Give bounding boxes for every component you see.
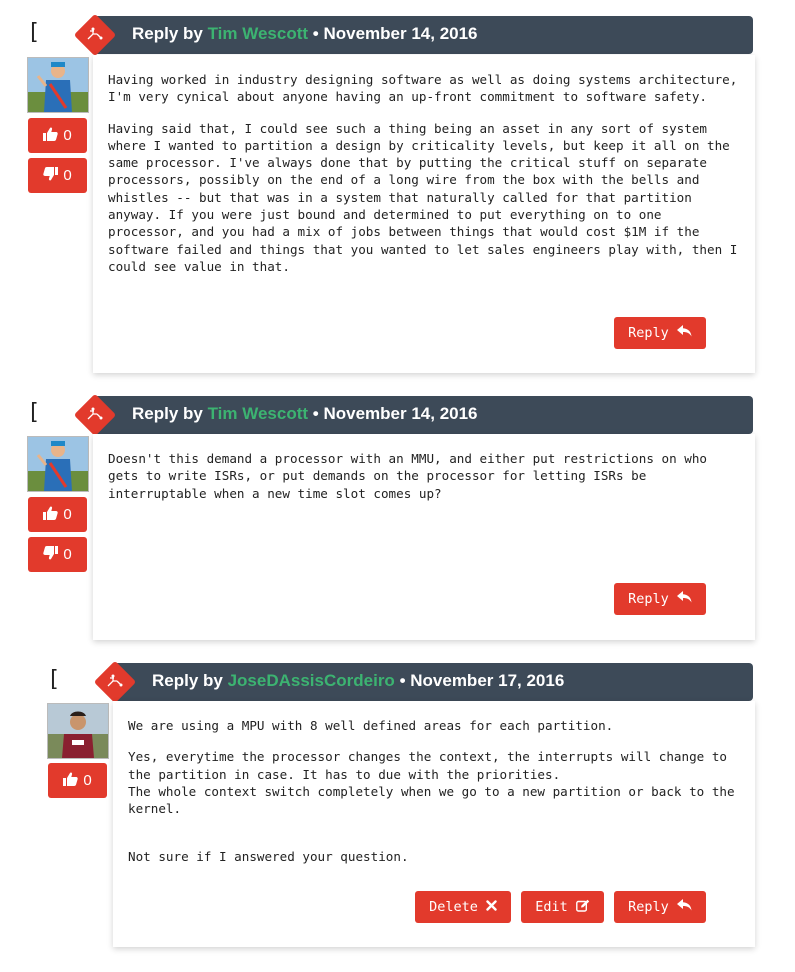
- edit-icon: [575, 899, 590, 916]
- avatar[interactable]: [27, 57, 89, 113]
- comment-paragraph: Not sure if I answered your question.: [128, 849, 409, 865]
- downvote-button[interactable]: 0: [28, 158, 87, 193]
- comment-date: November 14, 2016: [323, 404, 478, 423]
- comment-text: We are using a MPU with 8 well defined a…: [128, 717, 741, 880]
- thumbs-down-icon: [43, 166, 59, 185]
- comment-meta: Reply by Tim Wescott • November 14, 2016: [132, 404, 478, 424]
- thumbs-up-icon: [63, 772, 79, 790]
- downvote-count: 0: [63, 546, 72, 563]
- comment-text: Having worked in industry designing soft…: [108, 71, 741, 289]
- thumbs-up-icon: [43, 127, 59, 145]
- reply-button[interactable]: Reply: [614, 583, 706, 615]
- edit-label: Edit: [535, 899, 568, 915]
- reply-button[interactable]: Reply: [614, 317, 706, 349]
- comment-paragraph: Having worked in industry designing soft…: [108, 72, 738, 105]
- comment-paragraph: We are using a MPU with 8 well defined a…: [128, 718, 614, 733]
- comment-paragraph: Having said that, I could see such a thi…: [108, 120, 738, 274]
- comment-body: Having worked in industry designing soft…: [93, 55, 755, 373]
- upvote-count: 0: [83, 772, 92, 789]
- reply-arrow-icon: [676, 899, 692, 915]
- downvote-button[interactable]: 0: [28, 537, 87, 572]
- upvote-count: 0: [63, 127, 72, 144]
- comment-header: Reply by JoseDAssisCordeiro • November 1…: [112, 663, 753, 701]
- upvote-button[interactable]: 0: [28, 497, 87, 532]
- close-icon: [486, 899, 497, 915]
- reply-label: Reply: [628, 325, 669, 341]
- comment-header: Reply by Tim Wescott • November 14, 2016: [92, 396, 753, 434]
- thumbs-down-icon: [43, 545, 59, 564]
- author-link[interactable]: JoseDAssisCordeiro: [228, 671, 395, 690]
- reply-arrow-icon: [676, 325, 692, 341]
- reply-by-label: Reply by: [132, 24, 203, 43]
- comment-paragraph: Yes, everytime the processor changes the…: [128, 749, 735, 817]
- reply-arrow-icon: [676, 591, 692, 607]
- comment-date: November 17, 2016: [410, 671, 565, 690]
- comment-text: Doesn't this demand a processor with an …: [108, 450, 741, 516]
- comment-date: November 14, 2016: [323, 24, 478, 43]
- reply-label: Reply: [628, 899, 669, 915]
- author-link[interactable]: Tim Wescott: [208, 404, 308, 423]
- separator: •: [399, 671, 406, 690]
- comment-body: We are using a MPU with 8 well defined a…: [113, 701, 755, 947]
- reply-label: Reply: [628, 591, 669, 607]
- delete-button[interactable]: Delete: [415, 891, 511, 923]
- downvote-count: 0: [63, 167, 72, 184]
- comment-header: Reply by Tim Wescott • November 14, 2016: [92, 16, 753, 54]
- author-link[interactable]: Tim Wescott: [208, 24, 308, 43]
- reply-by-label: Reply by: [132, 404, 203, 423]
- upvote-button[interactable]: 0: [48, 763, 107, 798]
- reply-button[interactable]: Reply: [614, 891, 706, 923]
- comment-paragraph: Doesn't this demand a processor with an …: [108, 451, 707, 501]
- avatar[interactable]: [47, 703, 109, 759]
- upvote-button[interactable]: 0: [28, 118, 87, 153]
- separator: •: [312, 404, 319, 423]
- comment-meta: Reply by JoseDAssisCordeiro • November 1…: [152, 671, 564, 691]
- separator: •: [312, 24, 319, 43]
- upvote-count: 0: [63, 506, 72, 523]
- comment-body: Doesn't this demand a processor with an …: [93, 434, 755, 640]
- reply-by-label: Reply by: [152, 671, 223, 690]
- avatar[interactable]: [27, 436, 89, 492]
- thumbs-up-icon: [43, 506, 59, 524]
- delete-label: Delete: [429, 899, 478, 915]
- comment-meta: Reply by Tim Wescott • November 14, 2016: [132, 24, 478, 44]
- edit-button[interactable]: Edit: [521, 891, 604, 923]
